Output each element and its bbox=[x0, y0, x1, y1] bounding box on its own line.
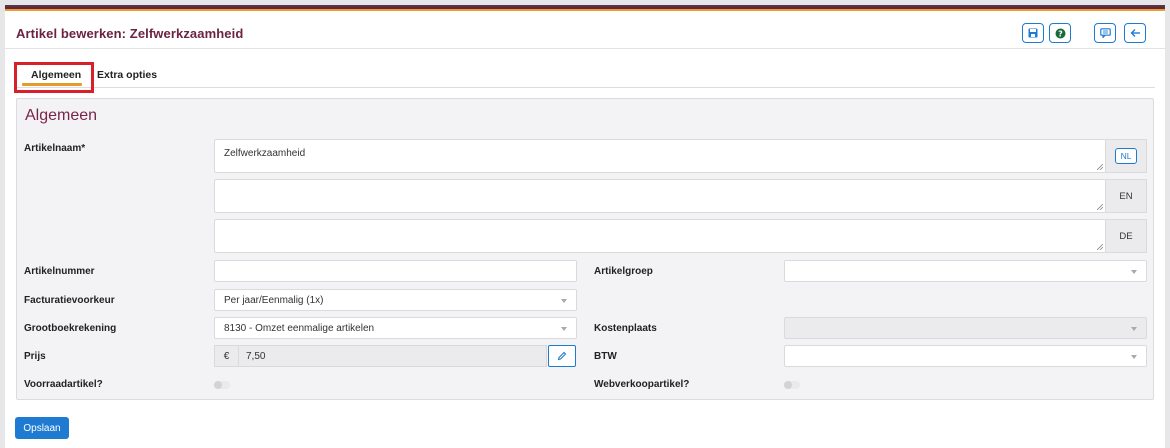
artikelnaam-label: Artikelnaam* bbox=[24, 143, 86, 154]
tab-bar: Algemeen Extra opties bbox=[14, 62, 1155, 93]
svg-text:?: ? bbox=[1058, 29, 1063, 38]
chevron-down-icon bbox=[561, 327, 567, 331]
toggle-knob bbox=[784, 381, 792, 389]
toggle-knob bbox=[214, 381, 222, 389]
pencil-icon bbox=[557, 351, 567, 361]
artikelgroep-label: Artikelgroep bbox=[594, 266, 653, 277]
active-tab-underline bbox=[22, 83, 82, 86]
edit-price-button[interactable] bbox=[548, 345, 576, 367]
kostenplaats-select[interactable] bbox=[784, 317, 1147, 339]
page-title: Artikel bewerken: Zelfwerkzaamheid bbox=[16, 26, 244, 41]
btw-select[interactable] bbox=[784, 345, 1147, 367]
artikelnaam-de-field[interactable] bbox=[214, 219, 1106, 253]
tab-extra-opties[interactable]: Extra opties bbox=[97, 69, 157, 95]
artikelgroep-select[interactable] bbox=[784, 260, 1147, 282]
kostenplaats-label: Kostenplaats bbox=[594, 323, 657, 334]
tab-algemeen[interactable]: Algemeen bbox=[31, 69, 81, 95]
artikelnaam-en-field[interactable] bbox=[214, 179, 1106, 213]
voorraadartikel-toggle[interactable] bbox=[214, 381, 230, 389]
webverkoopartikel-label: Webverkoopartikel? bbox=[594, 379, 690, 390]
currency-addon: € bbox=[214, 345, 238, 367]
artikelnaam-nl-value: Zelfwerkzaamheid bbox=[224, 148, 306, 159]
resize-handle-icon bbox=[1097, 244, 1103, 250]
back-button[interactable] bbox=[1124, 23, 1146, 43]
grootboekrekening-select[interactable]: 8130 - Omzet eenmalige artikelen bbox=[214, 317, 577, 339]
facturatievoorkeur-select[interactable]: Per jaar/Eenmalig (1x) bbox=[214, 289, 577, 311]
grootboekrekening-value: 8130 - Omzet eenmalige artikelen bbox=[224, 323, 375, 334]
help-button[interactable]: ? bbox=[1049, 23, 1071, 43]
artikelnummer-input[interactable] bbox=[214, 260, 577, 282]
btw-label: BTW bbox=[594, 351, 617, 362]
save-icon bbox=[1028, 28, 1038, 38]
resize-handle-icon bbox=[1097, 164, 1103, 170]
opslaan-button[interactable]: Opslaan bbox=[15, 417, 69, 439]
grootboekrekening-label: Grootboekrekening bbox=[24, 323, 117, 334]
help-icon: ? bbox=[1055, 28, 1065, 38]
resize-handle-icon bbox=[1097, 204, 1103, 210]
comment-icon bbox=[1099, 28, 1111, 38]
prijs-field[interactable]: 7,50 bbox=[238, 345, 547, 367]
prijs-value: 7,50 bbox=[246, 351, 266, 362]
voorraadartikel-label: Voorraadartikel? bbox=[24, 379, 103, 390]
save-header-button[interactable] bbox=[1022, 23, 1044, 43]
webverkoopartikel-toggle[interactable] bbox=[784, 381, 800, 389]
page-header: Artikel bewerken: Zelfwerkzaamheid ? bbox=[5, 11, 1165, 49]
prijs-label: Prijs bbox=[24, 351, 46, 362]
facturatievoorkeur-value: Per jaar/Eenmalig (1x) bbox=[224, 295, 324, 306]
comment-button[interactable] bbox=[1094, 23, 1116, 43]
lang-nl-button[interactable]: NL bbox=[1115, 148, 1137, 164]
section-title: Algemeen bbox=[25, 107, 98, 124]
lang-cell-de: DE bbox=[1106, 219, 1147, 253]
chevron-down-icon bbox=[561, 299, 567, 303]
app-window: Artikel bewerken: Zelfwerkzaamheid ? Alg… bbox=[5, 5, 1165, 448]
facturatievoorkeur-label: Facturatievoorkeur bbox=[24, 295, 115, 306]
artikelnaam-nl-field[interactable]: Zelfwerkzaamheid bbox=[214, 139, 1106, 173]
lang-cell-nl: NL bbox=[1106, 139, 1147, 173]
chevron-down-icon bbox=[1131, 327, 1137, 331]
artikelnummer-label: Artikelnummer bbox=[24, 266, 95, 277]
chevron-down-icon bbox=[1131, 270, 1137, 274]
form-panel: Algemeen Artikelnaam* Zelfwerkzaamheid N… bbox=[16, 98, 1154, 400]
back-arrow-icon bbox=[1130, 29, 1140, 37]
lang-cell-en: EN bbox=[1106, 179, 1147, 213]
chevron-down-icon bbox=[1131, 355, 1137, 359]
